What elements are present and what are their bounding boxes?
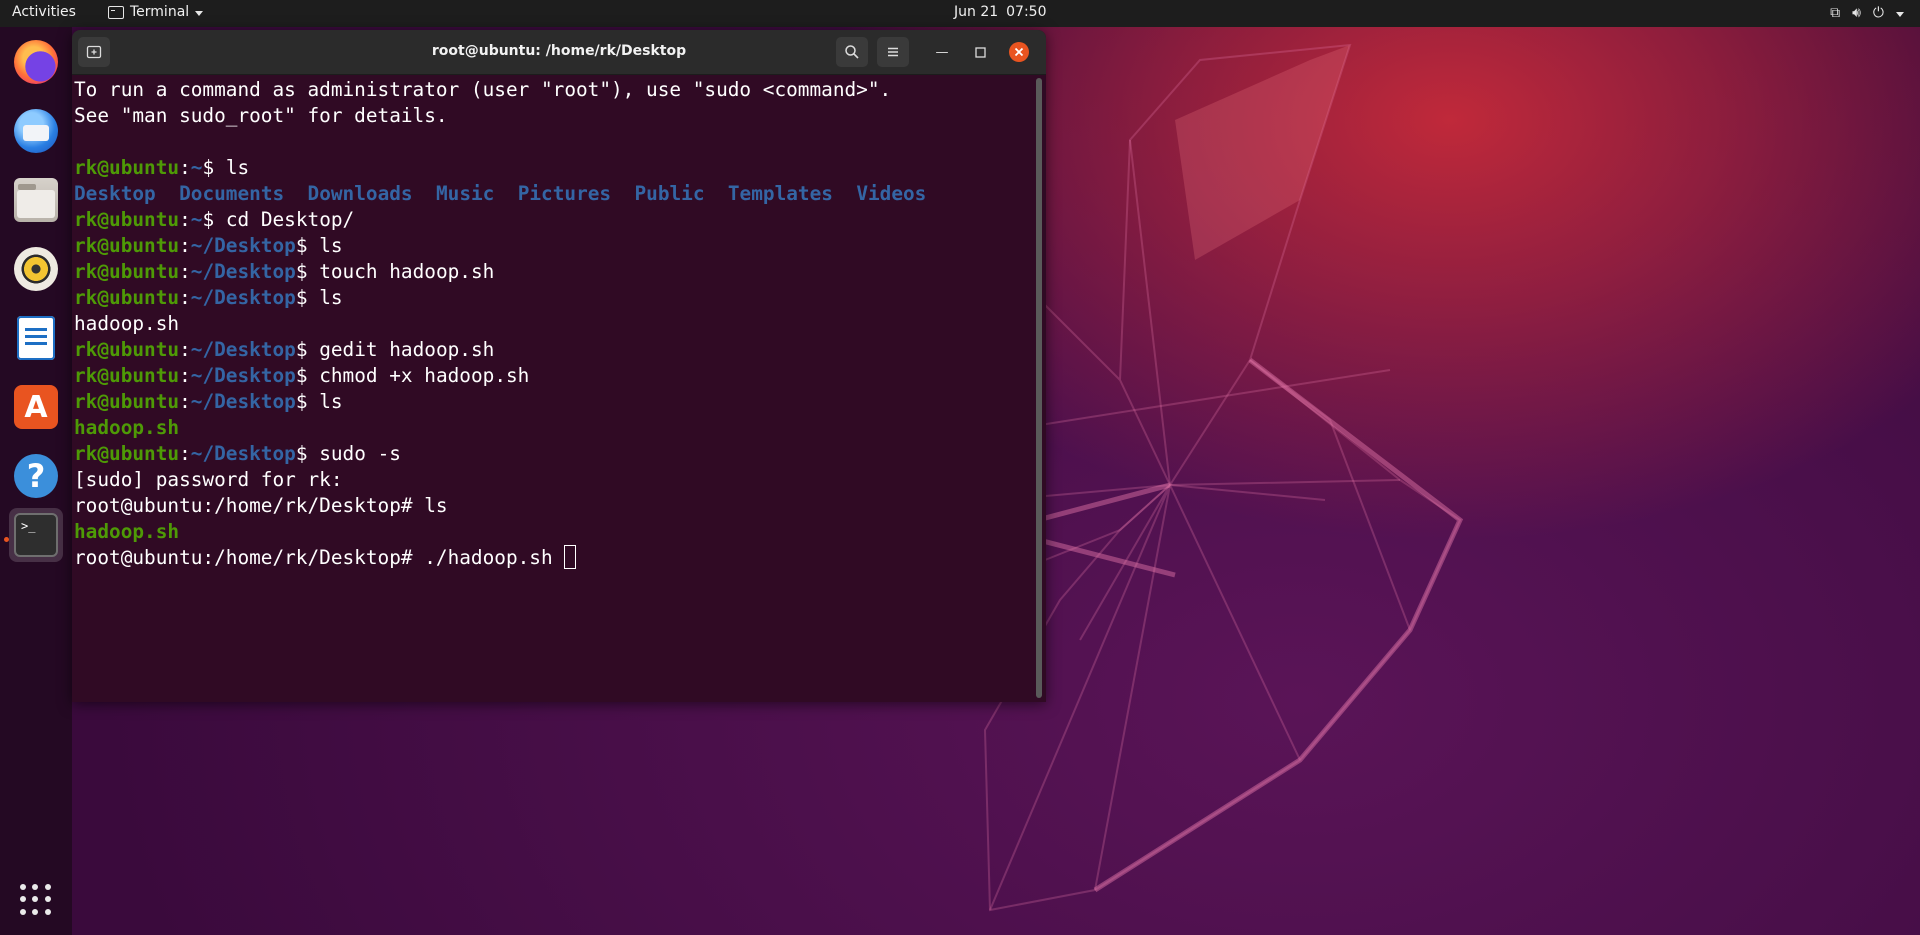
activities-button[interactable]: Activities <box>12 4 76 20</box>
hamburger-icon <box>888 47 898 57</box>
help-icon: ? <box>14 454 58 498</box>
system-tray[interactable]: ⧉ 🔊︎ ⏻ <box>1830 4 1904 22</box>
output-line: See "man sudo_root" for details. <box>74 104 448 127</box>
output-line: [sudo] password for rk: <box>74 468 343 491</box>
thunderbird-icon <box>14 109 58 153</box>
firefox-icon <box>14 40 58 84</box>
ls-output-line: hadoop.sh <box>74 520 180 543</box>
terminal-window[interactable]: root@ubuntu: /home/rk/Desktop — To run a… <box>72 30 1046 702</box>
minimize-icon: — <box>935 44 949 60</box>
dock-terminal[interactable]: >_ <box>9 508 63 562</box>
prompt-line: rk@ubuntu:~/Desktop$ gedit hadoop.sh <box>74 338 495 361</box>
ls-output-line: hadoop.sh <box>74 416 180 439</box>
search-button[interactable] <box>836 37 868 67</box>
terminal-icon: >_ <box>14 513 58 557</box>
dir-entry: Public <box>634 182 705 205</box>
show-applications-button[interactable] <box>9 873 63 927</box>
prompt-line: rk@ubuntu:~/Desktop$ ls <box>74 286 343 309</box>
dock-files[interactable] <box>9 173 63 227</box>
menu-button[interactable] <box>877 37 909 67</box>
prompt-line: rk@ubuntu:~/Desktop$ ls <box>74 390 343 413</box>
prompt-line: rk@ubuntu:~/Desktop$ sudo -s <box>74 442 401 465</box>
minimize-button[interactable]: — <box>932 42 952 62</box>
scrollbar[interactable] <box>1036 78 1042 698</box>
dock-help[interactable]: ? <box>9 449 63 503</box>
prompt-line: root@ubuntu:/home/rk/Desktop# ls <box>74 494 448 517</box>
ls-output-line: Desktop Documents Downloads Music Pictur… <box>74 181 1032 207</box>
rhythmbox-icon <box>14 247 58 291</box>
prompt-line: rk@ubuntu:~/Desktop$ touch hadoop.sh <box>74 260 495 283</box>
app-grid-icon <box>20 884 52 916</box>
dir-entry: Documents <box>179 182 285 205</box>
top-bar: Activities Terminal Jun 21 07:50 ⧉ 🔊︎ ⏻ <box>0 0 1920 27</box>
prompt-line: rk@ubuntu:~/Desktop$ ls <box>74 234 343 257</box>
dock-writer[interactable] <box>9 311 63 365</box>
files-icon <box>14 178 58 222</box>
clock[interactable]: Jun 21 07:50 <box>954 4 1047 20</box>
software-icon: A <box>14 385 58 429</box>
dock-thunderbird[interactable] <box>9 104 63 158</box>
dock-rhythmbox[interactable] <box>9 242 63 296</box>
dir-entry: Templates <box>727 182 833 205</box>
running-indicator <box>4 537 9 542</box>
clock-time: 07:50 <box>1006 4 1047 20</box>
title-bar[interactable]: root@ubuntu: /home/rk/Desktop — <box>72 30 1046 75</box>
close-button[interactable] <box>1009 42 1029 62</box>
ls-output-line: hadoop.sh <box>74 312 180 335</box>
dir-entry: Music <box>435 182 495 205</box>
dir-entry: Desktop <box>74 182 156 205</box>
dock: A ? >_ <box>0 27 72 935</box>
prompt-line-current[interactable]: root@ubuntu:/home/rk/Desktop# ./hadoop.s… <box>74 545 1032 571</box>
dir-entry: Downloads <box>307 182 413 205</box>
chevron-down-icon <box>195 10 204 16</box>
chevron-down-icon <box>1896 11 1904 17</box>
app-menu-label: Terminal <box>130 4 190 20</box>
power-icon: ⏻ <box>1872 5 1884 21</box>
dock-firefox[interactable] <box>9 35 63 89</box>
close-icon <box>1014 47 1024 57</box>
prompt-line: rk@ubuntu:~$ cd Desktop/ <box>74 208 355 231</box>
terminal-output[interactable]: To run a command as administrator (user … <box>72 75 1032 702</box>
writer-icon <box>17 316 55 360</box>
search-icon <box>845 45 859 59</box>
maximize-icon <box>974 46 986 58</box>
app-menu[interactable]: Terminal <box>108 4 204 20</box>
dir-entry: Pictures <box>517 182 612 205</box>
maximize-button[interactable] <box>970 42 990 62</box>
prompt-line: rk@ubuntu:~/Desktop$ chmod +x hadoop.sh <box>74 364 530 387</box>
terminal-icon <box>108 5 124 19</box>
volume-icon: 🔊︎ <box>1852 5 1861 21</box>
dir-entry: Videos <box>856 182 927 205</box>
prompt-line: rk@ubuntu:~$ ls <box>74 156 250 179</box>
clock-date: Jun 21 <box>954 4 999 20</box>
network-icon: ⧉ <box>1830 5 1841 21</box>
output-line: To run a command as administrator (user … <box>74 78 892 101</box>
text-cursor <box>564 545 577 569</box>
dock-software[interactable]: A <box>9 380 63 434</box>
